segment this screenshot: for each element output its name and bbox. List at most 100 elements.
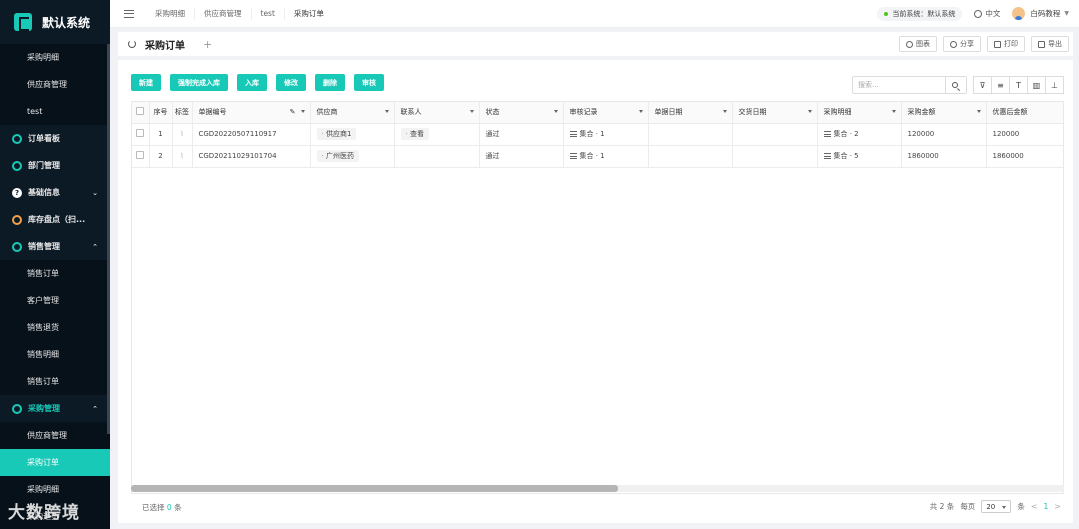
row-checkbox[interactable] xyxy=(132,123,150,146)
chevron-down-icon[interactable] xyxy=(469,110,474,113)
sidebar-item-label: 供应商管理 xyxy=(27,431,67,440)
prev-page-button[interactable]: < xyxy=(1031,502,1038,511)
sidebar-item[interactable]: 采购订单 xyxy=(0,449,110,476)
new-button[interactable]: 新建 xyxy=(131,74,161,91)
header-detail[interactable]: 采购明细 xyxy=(817,102,902,124)
system-switch[interactable]: 当前系统：默认系统 xyxy=(877,6,963,21)
header-contact[interactable]: 联系人 xyxy=(394,102,480,124)
sidebar-item[interactable]: 采购明细 xyxy=(0,44,110,71)
tree-icon[interactable]: ⊥ xyxy=(1045,76,1064,94)
row-checkbox[interactable] xyxy=(132,145,150,168)
chevron-down-icon[interactable] xyxy=(384,110,389,113)
sidebar-item[interactable]: 部门管理 xyxy=(0,152,110,179)
menu-toggle-icon[interactable] xyxy=(124,9,134,18)
selected-count: 0 xyxy=(166,503,172,512)
sidebar-item[interactable]: 供应商管理 xyxy=(0,422,110,449)
search-button[interactable] xyxy=(945,77,963,93)
sidebar-item[interactable]: test xyxy=(0,98,110,125)
sidebar-item[interactable]: 供应商管理 xyxy=(0,71,110,98)
add-tab-button[interactable]: + xyxy=(203,38,212,51)
list-icon xyxy=(823,153,831,159)
cell-detail[interactable]: 集合 · 5 xyxy=(817,145,902,168)
bar-chart-icon[interactable]: ▥ xyxy=(1027,76,1046,94)
sidebar-item[interactable]: 销售明细 xyxy=(0,341,110,368)
chevron-down-icon[interactable] xyxy=(891,110,896,113)
chevron-down-icon[interactable] xyxy=(300,110,305,113)
export-button[interactable]: 导出 xyxy=(1031,36,1069,52)
chart-button[interactable]: 图表 xyxy=(899,36,937,52)
sidebar-item-label: 部门管理 xyxy=(28,161,60,170)
pin-icon[interactable]: ✎ xyxy=(290,108,296,116)
tab-purchase-order[interactable]: 采购订单 xyxy=(285,8,333,20)
cell-supplier[interactable]: 广州医药 xyxy=(310,145,395,168)
tab-purchase-detail[interactable]: 采购明细 xyxy=(146,7,195,20)
cell-audit[interactable]: 集合 · 1 xyxy=(563,123,649,146)
chevron-down-icon[interactable] xyxy=(807,110,812,113)
row-index: 1 xyxy=(149,123,173,146)
edit-button[interactable]: 修改 xyxy=(276,74,306,91)
filter-icon[interactable]: ⊽ xyxy=(973,76,992,94)
table-row[interactable]: 1⌇CGD20220507110917供应商1查看通过集合 · 1集合 · 21… xyxy=(132,123,1063,146)
cell-doc-date xyxy=(648,145,733,168)
audit-button[interactable]: 审核 xyxy=(354,74,384,91)
share-button[interactable]: 分享 xyxy=(943,36,981,52)
sidebar-item[interactable]: ? 基础信息 ⌄ xyxy=(0,179,110,206)
user-menu[interactable]: 白码教程 ▼ xyxy=(1012,7,1069,20)
current-page[interactable]: 1 xyxy=(1044,502,1049,511)
cell-code[interactable]: CGD20211029101704 xyxy=(192,145,311,168)
sidebar-scrollbar[interactable] xyxy=(107,44,110,434)
sidebar-item[interactable]: 销售管理 ⌃ xyxy=(0,233,110,260)
attachment-icon[interactable]: ⌇ xyxy=(172,123,193,146)
chevron-down-icon[interactable] xyxy=(638,110,643,113)
page-size-select[interactable]: 20 xyxy=(981,500,1012,513)
scrollbar-thumb[interactable] xyxy=(131,485,618,492)
sidebar-item[interactable]: 订单看板 xyxy=(0,125,110,152)
cell-audit[interactable]: 集合 · 1 xyxy=(563,145,649,168)
action-toolbar: 新建 强制完成入库 入库 修改 删除 审核 xyxy=(131,74,384,91)
header-supplier[interactable]: 供应商 xyxy=(310,102,395,124)
tab-supplier-management[interactable]: 供应商管理 xyxy=(195,7,252,20)
chevron-down-icon[interactable] xyxy=(976,110,981,113)
select-all-checkbox[interactable] xyxy=(132,102,150,124)
list-icon xyxy=(569,131,577,137)
force-complete-stock-in-button[interactable]: 强制完成入库 xyxy=(170,74,228,91)
refresh-icon[interactable] xyxy=(128,40,136,48)
header-discounted[interactable]: 优惠后金额 xyxy=(986,102,1063,124)
sidebar-item[interactable]: 销售退货 xyxy=(0,314,110,341)
header-status[interactable]: 状态 xyxy=(479,102,564,124)
header-amount[interactable]: 采购金额 xyxy=(901,102,987,124)
sidebar-item[interactable]: 销售订单 xyxy=(0,368,110,395)
search-input[interactable] xyxy=(853,81,945,89)
header-doc-date[interactable]: 单据日期 xyxy=(648,102,733,124)
sidebar-item-label: test xyxy=(27,107,43,116)
header-audit[interactable]: 审核记录 xyxy=(563,102,649,124)
sort-icon[interactable]: ≡ xyxy=(991,76,1010,94)
font-size-icon[interactable]: T xyxy=(1009,76,1028,94)
sidebar-item[interactable]: 销售订单 xyxy=(0,260,110,287)
sidebar-item[interactable]: 客户管理 xyxy=(0,287,110,314)
inventory-icon xyxy=(12,214,22,225)
attachment-icon[interactable]: ⌇ xyxy=(172,145,193,168)
stock-in-button[interactable]: 入库 xyxy=(237,74,267,91)
horizontal-scrollbar[interactable] xyxy=(131,485,1064,492)
cell-amount: 120000 xyxy=(901,123,987,146)
cell-contact[interactable] xyxy=(394,145,480,168)
page-title-bar: 采购订单 + 图表 分享 打印 导出 xyxy=(118,32,1073,56)
header-delivery-date[interactable]: 交货日期 xyxy=(732,102,818,124)
next-page-button[interactable]: > xyxy=(1054,502,1061,511)
chevron-down-icon[interactable] xyxy=(553,110,558,113)
cell-code[interactable]: CGD20220507110917 xyxy=(192,123,311,146)
print-button[interactable]: 打印 xyxy=(987,36,1025,52)
sidebar-item[interactable]: 库存盘点（扫... xyxy=(0,206,110,233)
table-row[interactable]: 2⌇CGD20211029101704广州医药通过集合 · 1集合 · 5186… xyxy=(132,145,1063,168)
delete-button[interactable]: 删除 xyxy=(315,74,345,91)
chevron-down-icon[interactable] xyxy=(722,110,727,113)
sidebar-item[interactable]: 采购管理 ⌃ xyxy=(0,395,110,422)
cell-contact[interactable]: 查看 xyxy=(394,123,480,146)
tab-test[interactable]: test xyxy=(252,7,285,20)
header-code[interactable]: 单据编号 ✎ xyxy=(192,102,311,124)
language-switch[interactable]: 中文 xyxy=(974,8,1000,19)
cell-supplier[interactable]: 供应商1 xyxy=(310,123,395,146)
cell-detail[interactable]: 集合 · 2 xyxy=(817,123,902,146)
logo[interactable]: 默认系统 xyxy=(0,0,110,44)
